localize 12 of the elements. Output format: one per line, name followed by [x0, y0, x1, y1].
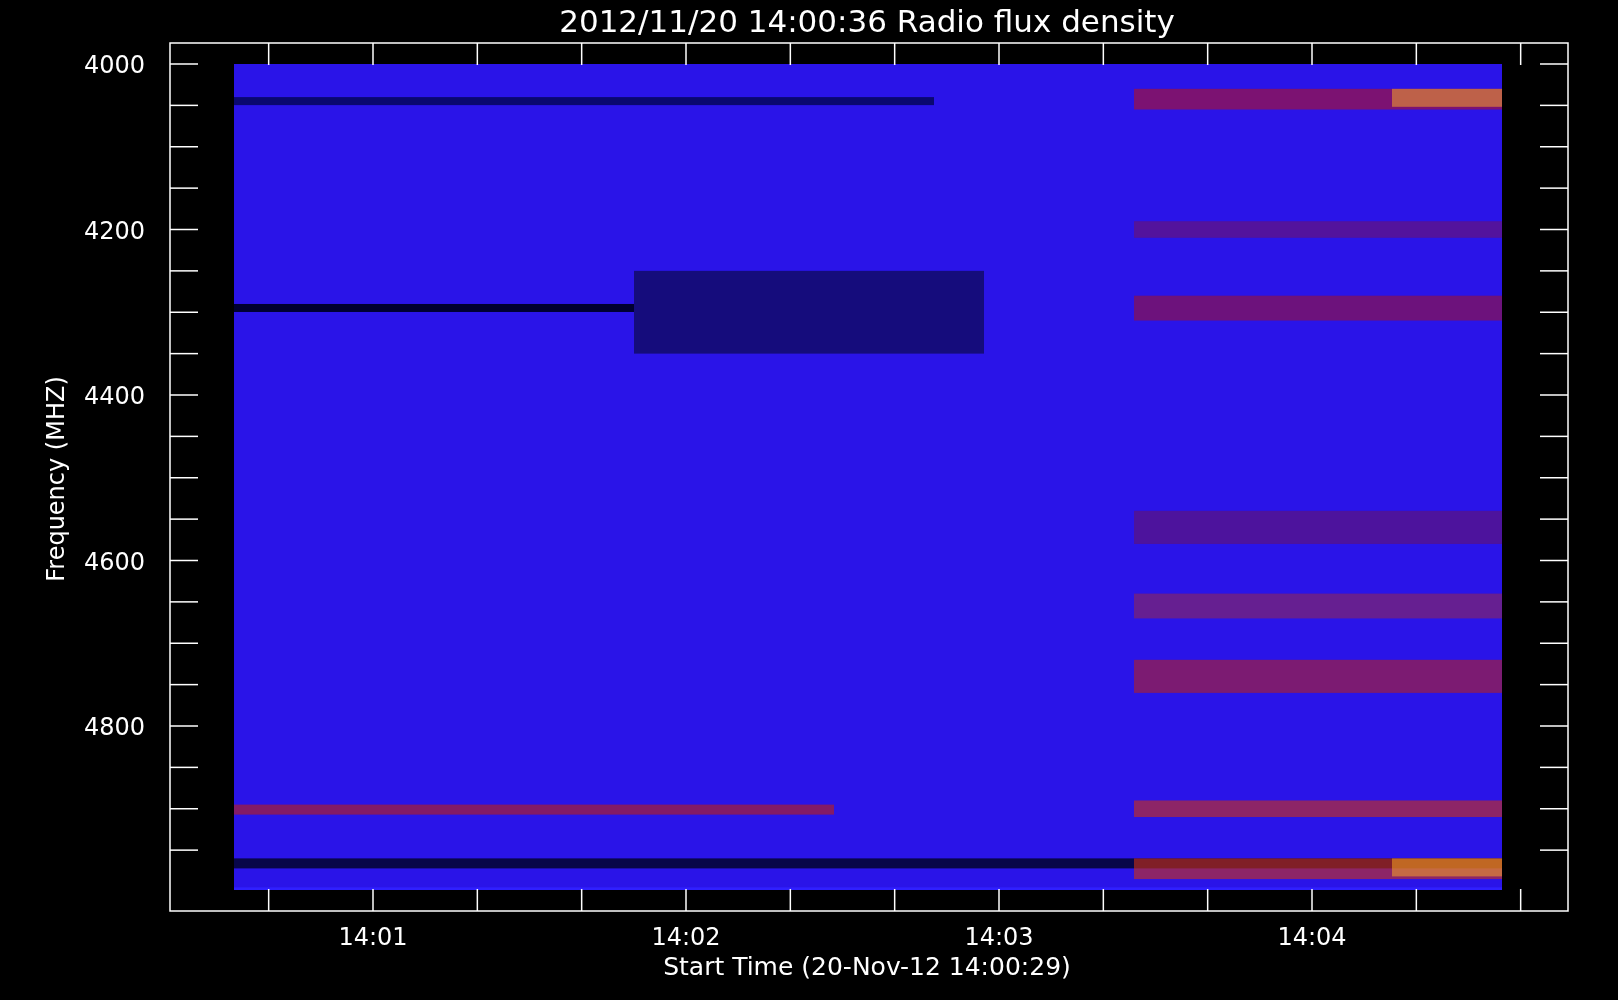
y-tick-label: 4400 [83, 382, 145, 410]
y-tick-label: 4800 [83, 713, 145, 741]
x-tick-label: 14:03 [964, 923, 1034, 951]
x-tick-label: 14:01 [338, 923, 408, 951]
x-tick-label: 14:04 [1277, 923, 1347, 951]
y-tick-label: 4000 [83, 51, 145, 79]
y-axis-label: Frequency (MHZ) [42, 376, 70, 582]
y-tick-label: 4600 [83, 547, 145, 576]
plot-title: 2012/11/20 14:00:36 Radio flux density [559, 3, 1175, 39]
x-tick-label: 14:02 [651, 923, 721, 951]
y-tick-label: 4200 [83, 216, 145, 245]
x-axis-label: Start Time (20-Nov-12 14:00:29) [663, 952, 1071, 981]
